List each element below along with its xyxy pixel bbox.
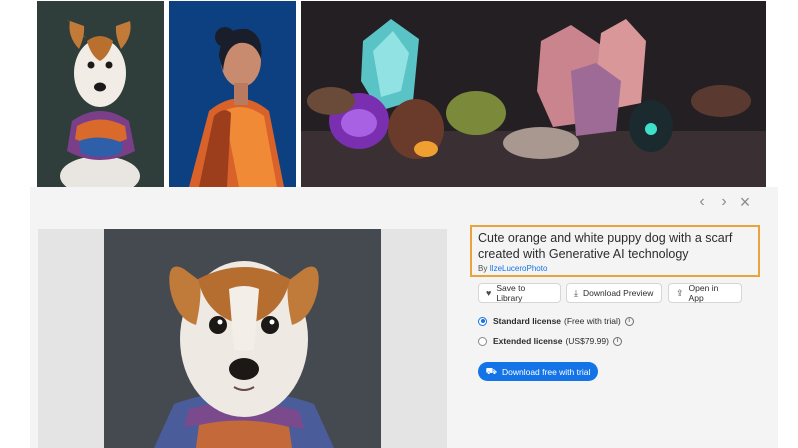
asset-preview-area: [38, 229, 447, 448]
asset-title-box: Cute orange and white puppy dog with a s…: [470, 225, 760, 277]
crystals-thumbnail-art: [301, 1, 766, 187]
save-to-library-label: Save to Library: [496, 283, 526, 303]
chevron-left-icon[interactable]: ‹: [694, 194, 710, 210]
download-preview-label: Download Preview: [582, 288, 654, 298]
download-free-trial-button[interactable]: ⛟ Download free with trial: [478, 362, 598, 381]
dog-preview-art: [104, 229, 381, 448]
download-free-trial-label: Download free with trial: [501, 366, 591, 377]
heart-icon: ♥: [486, 288, 492, 298]
extended-license-note: (US$79.99): [565, 336, 609, 346]
download-icon: ⤓: [574, 287, 578, 298]
extended-license-radio[interactable]: [478, 336, 487, 346]
dog-thumbnail-art: [37, 1, 164, 187]
standard-license-radio[interactable]: [478, 316, 487, 326]
open-in-app-label: Open in App: [688, 283, 719, 303]
author-link[interactable]: IlzeLuceroPhoto: [490, 264, 548, 273]
close-icon[interactable]: ×: [737, 193, 753, 211]
info-icon[interactable]: i: [624, 316, 634, 326]
related-images-strip: [0, 0, 798, 187]
open-in-app-button[interactable]: ⇪ Open in App: [668, 283, 742, 303]
download-preview-button[interactable]: ⤓ Download Preview: [566, 283, 662, 303]
standard-license-name: Standard license: [493, 316, 562, 326]
extended-license-name: Extended license: [493, 336, 563, 346]
woman-thumbnail-art: [169, 1, 296, 187]
save-to-library-button[interactable]: ♥ Save to Library: [478, 283, 561, 303]
cart-icon: ⛟: [485, 365, 497, 376]
standard-license-note: (Free with trial): [564, 316, 621, 326]
chevron-right-icon[interactable]: ›: [716, 194, 732, 210]
standard-license-option[interactable]: Standard license (Free with trial) i: [478, 316, 634, 326]
asset-title: Cute orange and white puppy dog with a s…: [478, 231, 733, 261]
byline-prefix: By: [478, 264, 488, 273]
share-icon: ⇪: [676, 287, 684, 298]
asset-preview-image: [104, 229, 381, 448]
thumbnail-woman-portrait[interactable]: [169, 1, 296, 187]
thumbnail-dog-scarf[interactable]: [37, 1, 164, 187]
extended-license-option[interactable]: Extended license (US$79.99) i: [478, 336, 622, 346]
asset-detail-panel: ‹ › × Cute orange and white puppy dog wi…: [30, 187, 778, 448]
asset-byline: By IlzeLuceroPhoto: [478, 264, 752, 273]
thumbnail-crystals[interactable]: [301, 1, 766, 187]
info-icon[interactable]: i: [612, 336, 622, 346]
